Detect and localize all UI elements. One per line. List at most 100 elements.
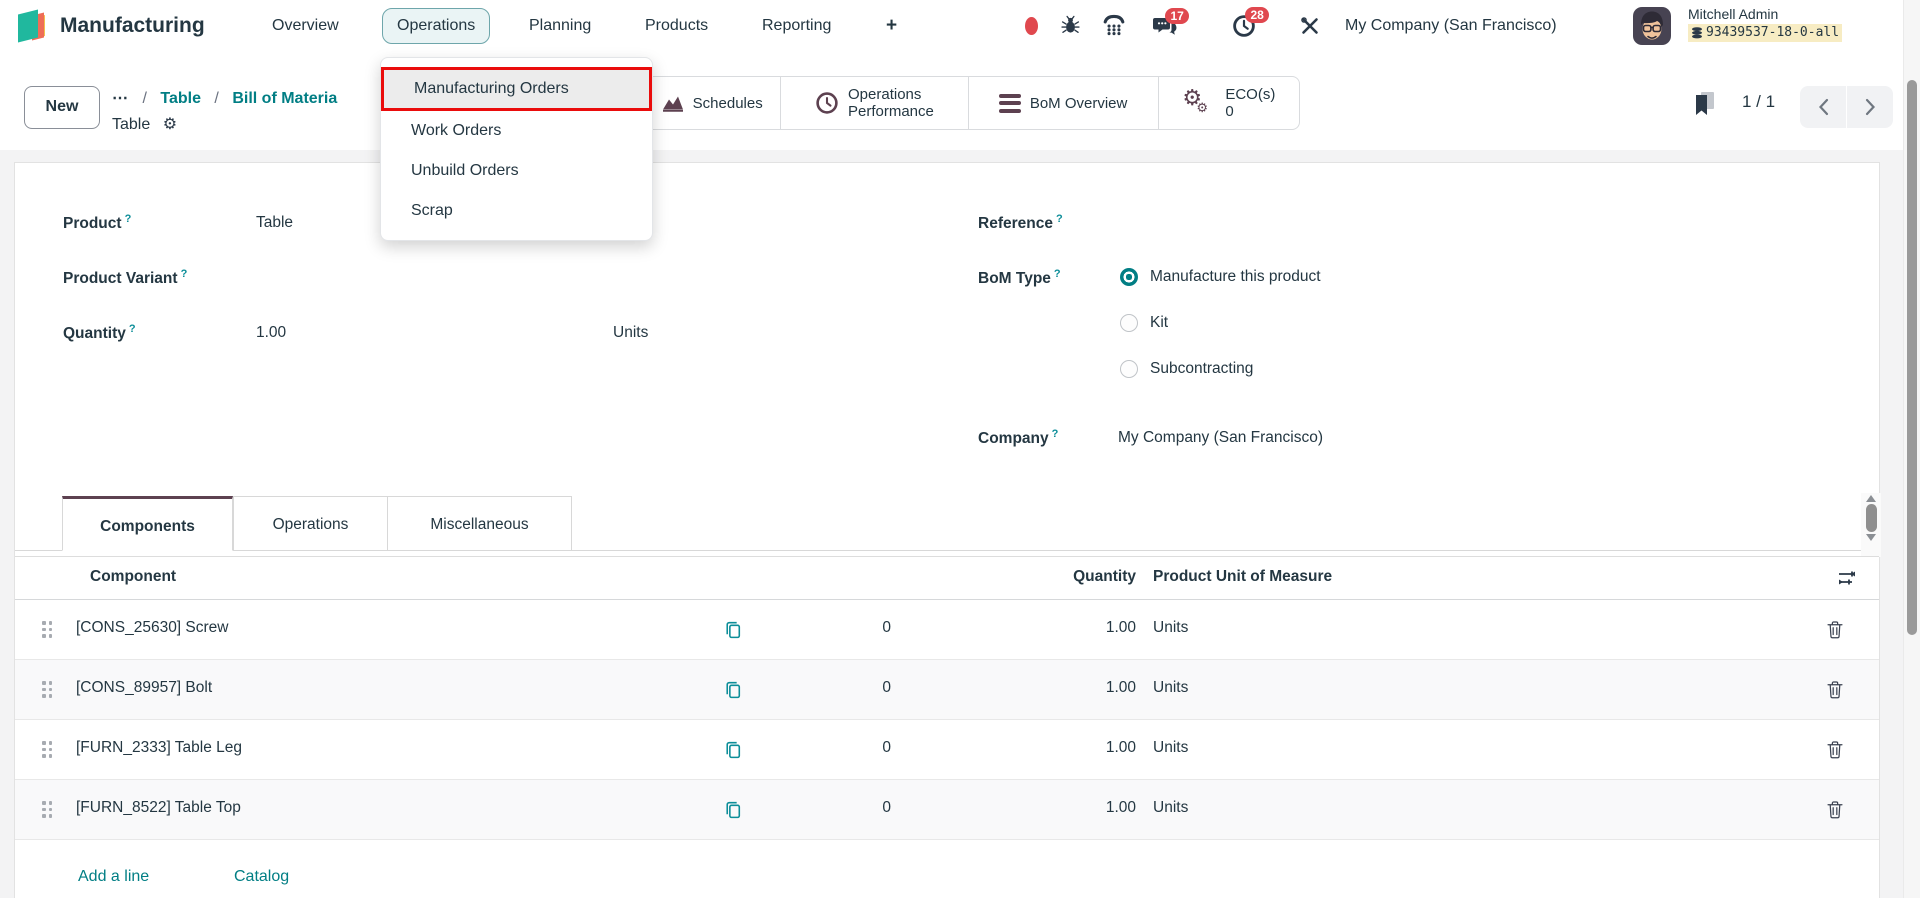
tools-icon[interactable] (1300, 16, 1320, 41)
odoo-manufacturing-screen: Manufacturing Overview Operations Planni… (0, 0, 1920, 898)
menu-item-manufacturing-orders[interactable]: Manufacturing Orders (381, 67, 652, 111)
consumed-cell[interactable]: 0 (815, 679, 891, 697)
tab-miscellaneous[interactable]: Miscellaneous (387, 496, 572, 551)
component-cell[interactable]: [FURN_2333] Table Leg (76, 739, 242, 757)
scroll-up-icon[interactable] (1866, 495, 1876, 502)
delete-icon[interactable] (1827, 740, 1843, 764)
tab-operations[interactable]: Operations (233, 496, 388, 551)
page-scrollbar[interactable] (1903, 0, 1920, 898)
delete-icon[interactable] (1827, 680, 1843, 704)
tab-components[interactable]: Components (62, 496, 233, 551)
help-icon[interactable]: ? (1052, 428, 1059, 440)
inner-scrollbar-thumb[interactable] (1865, 504, 1877, 532)
eco-button[interactable]: ⚙ ⚙ ECO(s) 0 (1159, 77, 1299, 129)
menu-item-scrap[interactable]: Scrap (381, 191, 652, 231)
drag-handle-icon[interactable] (42, 621, 55, 640)
app-name[interactable]: Manufacturing (60, 0, 205, 52)
consumed-cell[interactable]: 0 (815, 799, 891, 817)
uom-cell[interactable]: Units (1153, 799, 1188, 817)
quantity-cell[interactable]: 1.00 (1035, 739, 1136, 757)
radio-label-subcontracting[interactable]: Subcontracting (1150, 360, 1253, 378)
menu-item-work-orders[interactable]: Work Orders (381, 111, 652, 151)
component-cell[interactable]: [CONS_25630] Screw (76, 619, 229, 637)
schedules-button[interactable]: Schedules (644, 77, 782, 129)
uom-cell[interactable]: Units (1153, 679, 1188, 697)
inner-scrollbar[interactable] (1861, 493, 1881, 557)
manufacturing-app-icon[interactable] (16, 9, 54, 43)
help-icon[interactable]: ? (129, 323, 136, 335)
drag-handle-icon[interactable] (42, 741, 55, 760)
help-icon[interactable]: ? (181, 268, 188, 280)
nav-products[interactable]: Products (645, 0, 708, 52)
help-icon[interactable]: ? (1056, 213, 1063, 225)
company-switcher[interactable]: My Company (San Francisco) (1345, 0, 1557, 52)
column-header-quantity[interactable]: Quantity (1015, 568, 1136, 586)
radio-label-kit[interactable]: Kit (1150, 314, 1168, 332)
product-value[interactable]: Table (256, 214, 293, 232)
messages-icon[interactable]: 17 (1152, 8, 1190, 42)
add-a-line-link[interactable]: Add a line (78, 868, 149, 886)
breadcrumb-bill-of-materials[interactable]: Bill of Materia (232, 90, 337, 107)
page-scrollbar-thumb[interactable] (1907, 80, 1917, 635)
column-header-component[interactable]: Component (90, 568, 176, 586)
quantity-uom[interactable]: Units (613, 324, 648, 342)
nav-operations[interactable]: Operations (382, 8, 491, 44)
radio-manufacture-this-product[interactable] (1120, 268, 1138, 286)
company-value[interactable]: My Company (San Francisco) (1118, 429, 1323, 447)
gear-icon[interactable]: ⚙ (163, 116, 177, 133)
scroll-down-icon[interactable] (1866, 534, 1876, 541)
breadcrumb-table[interactable]: Table (160, 90, 201, 107)
nav-planning[interactable]: Planning (529, 0, 591, 52)
radio-subcontracting[interactable] (1120, 360, 1138, 378)
component-cell[interactable]: [FURN_8522] Table Top (76, 799, 241, 817)
bug-icon[interactable] (1061, 15, 1080, 40)
radio-kit[interactable] (1120, 314, 1138, 332)
quantity-value[interactable]: 1.00 (256, 324, 286, 342)
plus-icon[interactable]: + (886, 0, 897, 52)
menu-item-unbuild-orders[interactable]: Unbuild Orders (381, 151, 652, 191)
copy-icon[interactable] (723, 619, 743, 645)
consumed-cell[interactable]: 0 (815, 619, 891, 637)
help-icon[interactable]: ? (1054, 268, 1061, 280)
radio-label-manufacture[interactable]: Manufacture this product (1150, 268, 1321, 286)
uom-cell[interactable]: Units (1153, 739, 1188, 757)
quantity-cell[interactable]: 1.00 (1035, 619, 1136, 637)
uom-cell[interactable]: Units (1153, 619, 1188, 637)
pager-next-button[interactable] (1847, 86, 1893, 128)
delete-icon[interactable] (1827, 800, 1843, 824)
optional-columns-icon[interactable] (1837, 568, 1857, 593)
drag-handle-icon[interactable] (42, 681, 55, 700)
help-icon[interactable]: ? (125, 213, 132, 225)
component-cell[interactable]: [CONS_89957] Bolt (76, 679, 212, 697)
breadcrumb-separator: / (214, 90, 219, 107)
activities-icon[interactable]: 28 (1232, 7, 1270, 43)
consumed-cell[interactable]: 0 (815, 739, 891, 757)
column-header-uom[interactable]: Product Unit of Measure (1153, 568, 1332, 586)
product-label: Product? (63, 213, 132, 233)
pager-previous-button[interactable] (1800, 86, 1846, 128)
nav-overview[interactable]: Overview (272, 0, 339, 52)
copy-icon[interactable] (723, 739, 743, 765)
user-avatar[interactable] (1633, 7, 1671, 50)
delete-icon[interactable] (1827, 620, 1843, 644)
table-row[interactable]: [FURN_2333] Table Leg 0 1.00 Units (15, 720, 1879, 780)
table-row[interactable]: [CONS_89957] Bolt 0 1.00 Units (15, 660, 1879, 720)
breadcrumb-ellipsis[interactable]: ⋯ (112, 90, 129, 107)
record-icon[interactable] (1025, 17, 1038, 35)
new-button[interactable]: New (24, 86, 100, 129)
quantity-cell[interactable]: 1.00 (1035, 679, 1136, 697)
quantity-cell[interactable]: 1.00 (1035, 799, 1136, 817)
table-row[interactable]: [FURN_8522] Table Top 0 1.00 Units (15, 780, 1879, 840)
nav-reporting[interactable]: Reporting (762, 0, 831, 52)
phone-icon[interactable] (1103, 14, 1125, 41)
user-menu[interactable]: Mitchell Admin 93439537-18-0-all (1688, 6, 1843, 44)
copy-icon[interactable] (723, 679, 743, 705)
chevron-right-icon (1865, 98, 1875, 116)
catalog-link[interactable]: Catalog (234, 868, 289, 886)
bookmark-icon[interactable] (1692, 90, 1716, 123)
table-row[interactable]: [CONS_25630] Screw 0 1.00 Units (15, 600, 1879, 660)
bom-overview-button[interactable]: BoM Overview (969, 77, 1159, 129)
copy-icon[interactable] (723, 799, 743, 825)
drag-handle-icon[interactable] (42, 801, 55, 820)
operations-performance-button[interactable]: Operations Performance (781, 77, 969, 129)
